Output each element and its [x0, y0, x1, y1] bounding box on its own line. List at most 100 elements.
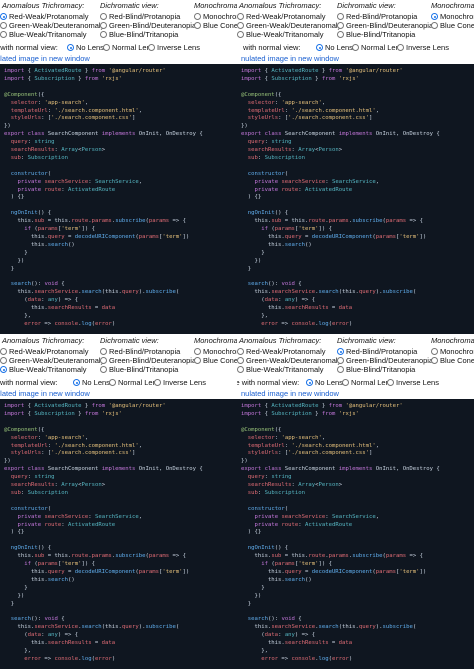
- radio-button[interactable]: [0, 348, 7, 355]
- anomalous-option[interactable]: Blue-Weak/Tritanomaly: [237, 365, 324, 374]
- radio-button[interactable]: [109, 379, 116, 386]
- anomalous-option[interactable]: Blue-Weak/Tritanomaly: [0, 365, 87, 374]
- anomalous-option[interactable]: Green-Weak/Deuteranomaly: [237, 356, 341, 365]
- open-new-window-link[interactable]: ulated image in new window: [0, 54, 90, 63]
- radio-button[interactable]: [237, 357, 244, 364]
- radio-button[interactable]: [316, 44, 323, 51]
- radio-button[interactable]: [431, 13, 438, 20]
- radio-button[interactable]: [237, 366, 244, 373]
- anomalous-option[interactable]: Green-Weak/Deuteranomaly: [0, 356, 104, 365]
- anomalous-option[interactable]: Blue-Weak/Tritanomaly: [0, 30, 87, 39]
- monochromatic-option[interactable]: Monochromacy: [194, 347, 237, 356]
- lens-option[interactable]: No Lens: [73, 378, 110, 387]
- anomalous-option[interactable]: Green-Weak/Deuteranomaly: [237, 21, 341, 30]
- radio-button[interactable]: [237, 13, 244, 20]
- radio-button[interactable]: [0, 31, 7, 38]
- radio-button[interactable]: [337, 348, 344, 355]
- dichromatic-label: Dichromatic view:: [337, 336, 396, 345]
- lens-option[interactable]: Inverse Lens: [397, 43, 449, 52]
- dichromatic-option[interactable]: Red-Blind/Protanopia: [100, 12, 180, 21]
- open-new-window-link[interactable]: nulated image in new window: [241, 54, 339, 63]
- dichromatic-option[interactable]: Green-Blind/Deuteranopia: [337, 356, 433, 365]
- radio-button[interactable]: [0, 357, 7, 364]
- radio-button[interactable]: [154, 379, 161, 386]
- open-new-window-link[interactable]: ulated image in new window: [0, 389, 90, 398]
- anomalous-option[interactable]: Red-Weak/Protanomaly: [237, 12, 325, 21]
- lens-option[interactable]: Inverse Lens: [387, 378, 439, 387]
- radio-button[interactable]: [103, 44, 110, 51]
- radio-button[interactable]: [387, 379, 394, 386]
- lens-option[interactable]: Normal Lens: [109, 378, 161, 387]
- radio-button[interactable]: [100, 357, 107, 364]
- radio-button[interactable]: [100, 31, 107, 38]
- radio-button[interactable]: [306, 379, 313, 386]
- radio-button[interactable]: [337, 366, 344, 373]
- radio-button[interactable]: [352, 44, 359, 51]
- anomalous-option[interactable]: Blue-Weak/Tritanomaly: [237, 30, 324, 39]
- dichromatic-option[interactable]: Red-Blind/Protanopia: [337, 12, 417, 21]
- radio-button[interactable]: [100, 348, 107, 355]
- anomalous-option[interactable]: Red-Weak/Protanomaly: [237, 347, 325, 356]
- dichromatic-option[interactable]: Green-Blind/Deuteranopia: [337, 21, 433, 30]
- monochromatic-option[interactable]: Blue Cone Mo: [194, 21, 237, 30]
- anomalous-option[interactable]: Red-Weak/Protanomaly: [0, 12, 88, 21]
- anomalous-option[interactable]: Red-Weak/Protanomaly: [0, 347, 88, 356]
- lens-option[interactable]: Inverse Lens: [154, 378, 206, 387]
- dichromatic-option[interactable]: Red-Blind/Protanopia: [337, 347, 417, 356]
- code-line: sub: Subscription: [247, 489, 306, 496]
- radio-button[interactable]: [73, 379, 80, 386]
- vision-controls: Anomalous Trichromacy: Dichromatic view: M…: [0, 335, 237, 399]
- open-new-window-link[interactable]: nulated image in new window: [241, 389, 339, 398]
- radio-button[interactable]: [194, 13, 201, 20]
- radio-button[interactable]: [337, 31, 344, 38]
- lens-option[interactable]: No Lens: [67, 43, 104, 52]
- code-line: constructor(: [247, 170, 289, 177]
- radio-button[interactable]: [431, 22, 438, 29]
- code-line: this.sub = this.route.params.subscribe(p…: [4, 218, 186, 225]
- radio-button[interactable]: [237, 348, 244, 355]
- lens-option[interactable]: Normal Lens: [103, 43, 155, 52]
- anomalous-option[interactable]: Green-Weak/Deuteranomaly: [0, 21, 104, 30]
- radio-button[interactable]: [148, 44, 155, 51]
- monochromatic-option[interactable]: Blue Cone Mono: [194, 356, 237, 365]
- lens-option[interactable]: No Lens: [306, 378, 343, 387]
- radio-button[interactable]: [100, 13, 107, 20]
- radio-button[interactable]: [100, 22, 107, 29]
- dichromatic-option[interactable]: Green-Blind/Deuteranopia: [100, 356, 196, 365]
- lens-option[interactable]: Inverse Lens: [148, 43, 200, 52]
- radio-button[interactable]: [67, 44, 74, 51]
- radio-button[interactable]: [237, 22, 244, 29]
- radio-button[interactable]: [100, 366, 107, 373]
- monochromatic-option[interactable]: Blue Cone Mono: [431, 21, 474, 30]
- radio-button[interactable]: [431, 357, 438, 364]
- code-line: searchResults: Array<Person>: [10, 482, 106, 488]
- monochromatic-option[interactable]: Blue Cone Mo: [431, 356, 474, 365]
- radio-button[interactable]: [194, 22, 201, 29]
- lens-option[interactable]: No Lens: [316, 43, 353, 52]
- dichromatic-option[interactable]: Green-Blind/Deuteranopia: [100, 21, 196, 30]
- code-line: styleUrls: ['./search.component.css']: [10, 450, 136, 457]
- monochromatic-option[interactable]: Monochromacy: [431, 12, 474, 21]
- lens-option[interactable]: Normal Lens: [342, 378, 394, 387]
- monochromatic-option[interactable]: Monochromacy: [431, 347, 474, 356]
- radio-button[interactable]: [194, 348, 201, 355]
- radio-button[interactable]: [397, 44, 404, 51]
- radio-button[interactable]: [0, 13, 7, 20]
- dichromatic-option[interactable]: Blue-Blind/Tritanopia: [100, 30, 178, 39]
- radio-button[interactable]: [337, 357, 344, 364]
- radio-button[interactable]: [0, 366, 7, 373]
- dichromatic-option[interactable]: Red-Blind/Protanopia: [100, 347, 180, 356]
- radio-button[interactable]: [194, 357, 201, 364]
- radio-button[interactable]: [237, 31, 244, 38]
- dichromatic-option[interactable]: Blue-Blind/Tritanopia: [337, 30, 415, 39]
- radio-button[interactable]: [337, 22, 344, 29]
- radio-button[interactable]: [0, 22, 7, 29]
- radio-button[interactable]: [431, 348, 438, 355]
- code-line: this.searchResults = data: [4, 305, 116, 311]
- dichromatic-option[interactable]: Blue-Blind/Tritanopia: [100, 365, 178, 374]
- radio-button[interactable]: [342, 379, 349, 386]
- dichromatic-option[interactable]: Blue-Blind/Tritanopia: [337, 365, 415, 374]
- radio-button[interactable]: [337, 13, 344, 20]
- monochromatic-option[interactable]: Monochromacy: [194, 12, 237, 21]
- lens-option[interactable]: Normal Lens: [352, 43, 404, 52]
